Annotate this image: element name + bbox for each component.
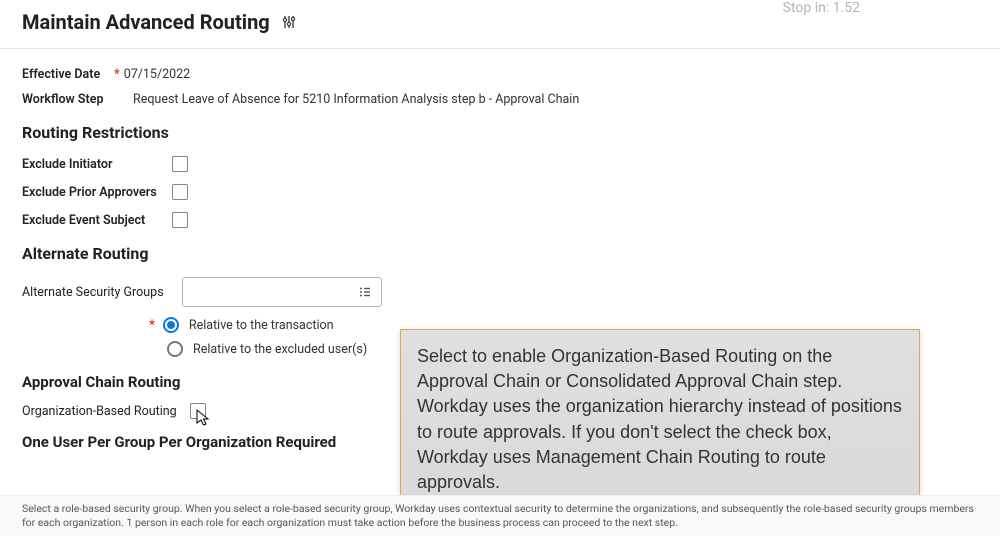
effective-date-value: 07/15/2022 <box>124 67 191 82</box>
prompt-list-icon[interactable] <box>357 284 373 300</box>
exclude-initiator-checkbox[interactable] <box>172 156 188 172</box>
relative-transaction-radio[interactable] <box>163 317 179 333</box>
workflow-step-value: Request Leave of Absence for 5210 Inform… <box>133 92 579 107</box>
exclude-event-subject-row: Exclude Event Subject <box>22 212 978 228</box>
workflow-step-row: Workflow Step Request Leave of Absence f… <box>22 92 978 107</box>
organization-based-routing-checkbox[interactable] <box>190 403 206 419</box>
effective-date-row: Effective Date * 07/15/2022 <box>22 67 978 82</box>
footer-help-text: Select a role-based security group. When… <box>0 495 1000 536</box>
routing-restrictions-heading: Routing Restrictions <box>22 123 978 142</box>
relative-excluded-label: Relative to the excluded user(s) <box>193 342 367 357</box>
exclude-initiator-row: Exclude Initiator <box>22 156 978 172</box>
exclude-event-subject-label: Exclude Event Subject <box>22 213 172 228</box>
alternate-security-groups-input-wrap[interactable] <box>182 277 382 307</box>
alternate-security-groups-input[interactable] <box>191 278 357 306</box>
exclude-initiator-label: Exclude Initiator <box>22 157 172 172</box>
adjust-settings-icon[interactable] <box>282 15 296 29</box>
required-star-icon: * <box>114 67 120 82</box>
organization-based-routing-label: Organization-Based Routing <box>22 404 190 419</box>
effective-date-label: Effective Date <box>22 67 112 82</box>
exclude-prior-approvers-checkbox[interactable] <box>172 184 188 200</box>
required-star-icon: * <box>149 318 155 333</box>
alternate-routing-heading: Alternate Routing <box>22 244 978 263</box>
exclude-prior-approvers-label: Exclude Prior Approvers <box>22 185 172 200</box>
alternate-security-groups-label: Alternate Security Groups <box>22 285 182 300</box>
alternate-security-groups-row: Alternate Security Groups <box>22 277 978 307</box>
mouse-cursor-icon <box>195 408 213 428</box>
page-title: Maintain Advanced Routing <box>22 10 270 34</box>
top-timer-text: Stop in: 1.52 <box>783 0 860 16</box>
exclude-prior-approvers-row: Exclude Prior Approvers <box>22 184 978 200</box>
workflow-step-label: Workflow Step <box>22 92 117 107</box>
exclude-event-subject-checkbox[interactable] <box>172 212 188 228</box>
relative-excluded-radio[interactable] <box>167 341 183 357</box>
relative-transaction-label: Relative to the transaction <box>189 318 334 333</box>
